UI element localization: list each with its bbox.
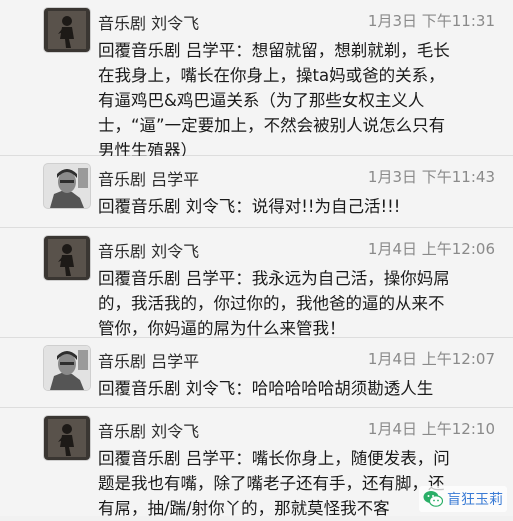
- message-text: 回覆音乐剧 吕学平：我永远为自己活，操你妈屌 的，我活我的，你过你的，我他爸的逼…: [98, 269, 450, 338]
- avatar[interactable]: [44, 8, 90, 52]
- timestamp: 1月3日 下午11:43: [367, 168, 495, 186]
- author-name[interactable]: 音乐剧 刘令飞: [98, 10, 199, 34]
- timestamp: 1月4日 上午12:07: [367, 350, 495, 368]
- message-text: 回覆音乐剧 吕学平：想留就留，想剃就剃，毛长 在我身上，嘴长在你身上，操ta妈或…: [98, 41, 450, 160]
- timestamp: 1月4日 上午12:06: [367, 240, 495, 258]
- author-name[interactable]: 音乐剧 吕学平: [98, 348, 199, 372]
- avatar[interactable]: [44, 236, 90, 280]
- message-text: 回覆音乐剧 刘令飞：说得对!!为自己活!!!: [98, 197, 401, 216]
- author-name[interactable]: 音乐剧 刘令飞: [98, 418, 199, 442]
- timestamp: 1月3日 下午11:31: [367, 12, 495, 30]
- message-feed: 音乐剧 刘令飞 1月3日 下午11:31 回覆音乐剧 吕学平：想留就留，想剃就剃…: [0, 0, 513, 518]
- author-name[interactable]: 音乐剧 吕学平: [98, 166, 199, 190]
- message-item: 音乐剧 吕学平 1月4日 上午12:07 回覆音乐剧 刘令飞：哈哈哈哈哈胡须勘透…: [0, 338, 513, 408]
- author-name[interactable]: 音乐剧 刘令飞: [98, 238, 199, 262]
- watermark-text: 盲狂玉莉: [447, 492, 503, 508]
- avatar[interactable]: [44, 164, 90, 208]
- avatar[interactable]: [44, 346, 90, 390]
- message-item: 音乐剧 吕学平 1月3日 下午11:43 回覆音乐剧 刘令飞：说得对!!为自己活…: [0, 156, 513, 228]
- watermark: 盲狂玉莉: [419, 486, 507, 512]
- avatar[interactable]: [44, 416, 90, 460]
- timestamp: 1月4日 上午12:10: [367, 420, 495, 438]
- message-item: 音乐剧 刘令飞 1月4日 上午12:06 回覆音乐剧 吕学平：我永远为自己活，操…: [0, 228, 513, 338]
- message-text: 回覆音乐剧 刘令飞：哈哈哈哈哈胡须勘透人生: [98, 379, 434, 398]
- message-item: 音乐剧 刘令飞 1月3日 下午11:31 回覆音乐剧 吕学平：想留就留，想剃就剃…: [0, 0, 513, 160]
- wechat-logo-icon: [423, 491, 443, 507]
